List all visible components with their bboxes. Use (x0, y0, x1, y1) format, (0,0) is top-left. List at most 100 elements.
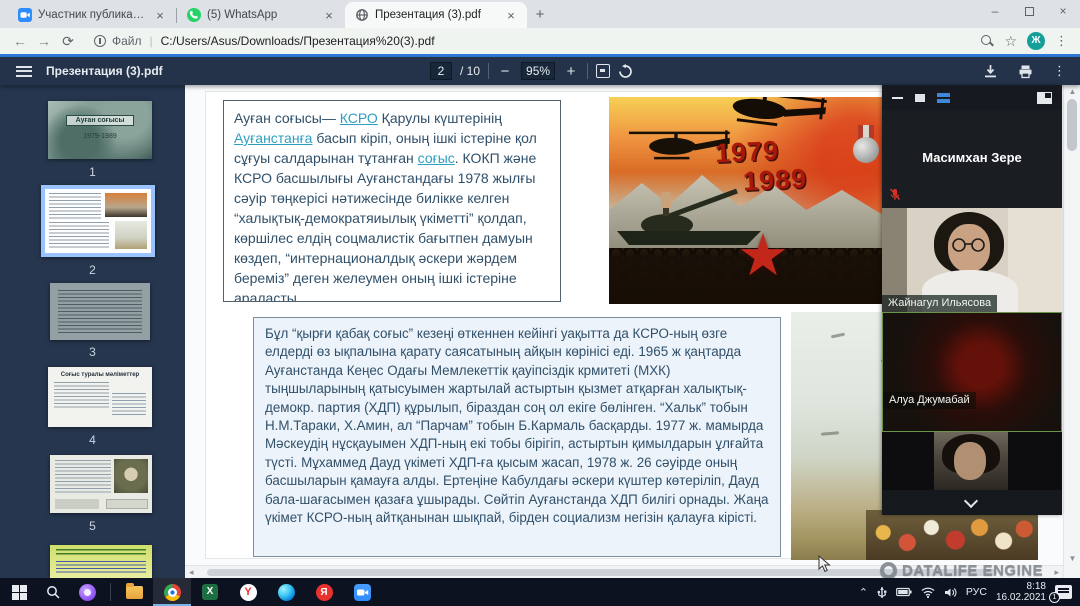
zoom-app-icon (354, 584, 371, 601)
forward-button[interactable]: → (32, 33, 56, 49)
thumb-war-image (105, 193, 147, 217)
zoom-in-button[interactable]: + (563, 63, 579, 80)
taskbar-yandex-browser[interactable]: Y (229, 578, 267, 606)
clock[interactable]: 8:18 16.02.2021 (996, 581, 1046, 603)
tab-presentation-pdf[interactable]: Презентация (3).pdf × (345, 2, 527, 28)
chevron-down-icon[interactable] (964, 494, 978, 508)
gallery-view-icon[interactable] (937, 93, 950, 103)
vertical-scroll-thumb[interactable] (1067, 99, 1077, 151)
link-ksro[interactable]: КСРО (340, 110, 378, 126)
usb-icon[interactable] (877, 586, 887, 599)
notification-badge: 1 (1049, 592, 1060, 603)
zoom-minimize-icon[interactable] (892, 97, 903, 99)
taskbar-search-button[interactable] (38, 578, 68, 606)
assistant-icon (79, 584, 96, 601)
thumbnail-page-3[interactable] (50, 283, 150, 340)
fit-to-page-icon[interactable] (596, 64, 610, 78)
thumbnail-page-4[interactable]: Соғыс туралы мәліметтер (48, 367, 152, 427)
page-total-label: / 10 (460, 64, 480, 78)
scroll-left-arrow[interactable]: ◂ (189, 567, 194, 578)
slide-text: Ауған соғысы— (234, 110, 340, 126)
speaker-icon[interactable] (944, 587, 957, 598)
action-center-icon[interactable]: 1 (1055, 585, 1072, 599)
watermark-text: DATALIFE ENGINE (902, 562, 1043, 579)
download-icon[interactable] (983, 64, 998, 79)
slide-text-box-intro: Ауған соғысы— КСРО Қарулы күштерінің Ауғ… (223, 100, 561, 302)
taskbar-chrome-active[interactable] (153, 578, 191, 606)
wifi-icon[interactable] (921, 587, 935, 598)
scroll-down-arrow[interactable]: ▼ (1064, 554, 1080, 563)
participant-tile-1: Масимхан Зере (882, 110, 1062, 208)
thumbnail-page-1[interactable]: Ауған соғысы 1979-1989 (48, 101, 152, 159)
war-year-end: 1989 (742, 163, 808, 197)
page-number-input[interactable]: 2 (430, 62, 452, 80)
window-close-button[interactable]: × (1046, 0, 1080, 24)
thumbnail-page-6[interactable] (50, 545, 152, 578)
toolbar-divider (488, 63, 489, 79)
exit-fullscreen-icon[interactable] (1037, 92, 1052, 104)
participant-tile-4-video (882, 432, 1062, 490)
new-tab-button[interactable]: + (527, 2, 553, 28)
scroll-right-arrow[interactable]: ▸ (1054, 567, 1059, 578)
thumbnail-page-2-selected[interactable] (41, 185, 155, 257)
scroll-up-arrow[interactable]: ▲ (1064, 87, 1080, 96)
pdf-viewer-body: Ауған соғысы 1979-1989 1 2 3 Соғыс турал… (0, 85, 1080, 578)
browser-menu-icon[interactable]: ⋮ (1055, 33, 1068, 49)
tab-zoom-meeting[interactable]: Участник публикации - Zoom × (8, 2, 176, 28)
thumbnail-number: 4 (0, 433, 185, 447)
bookmark-star-icon[interactable]: ☆ (1004, 34, 1017, 48)
link-afghanistan[interactable]: Ауғанстанға (234, 130, 312, 146)
page-info-icon[interactable] (94, 35, 106, 47)
rotate-icon[interactable] (618, 64, 633, 79)
zoom-level-icon[interactable] (981, 35, 994, 48)
tray-expand-chevron-icon[interactable]: ⌃ (859, 586, 868, 599)
yandex-red-icon: Я (316, 584, 333, 601)
mic-muted-icon (889, 188, 901, 201)
print-icon[interactable] (1018, 64, 1033, 79)
taskbar-yandex-app[interactable]: Я (305, 578, 343, 606)
thumbnail-number: 1 (0, 165, 185, 179)
tab-close-icon[interactable]: × (503, 8, 519, 23)
windows-taskbar: X Y Я ⌃ РУС 8:18 16.02.2021 1 (0, 578, 1080, 606)
edge-icon (278, 584, 295, 601)
thumb-title-block (56, 549, 146, 556)
horizontal-scroll-thumb[interactable] (207, 569, 997, 576)
start-button[interactable] (0, 578, 38, 606)
tab-close-icon[interactable]: × (152, 8, 168, 23)
thumb-text-block (49, 222, 109, 249)
window-minimize-button[interactable]: – (978, 0, 1012, 24)
thumbnail-number: 5 (0, 519, 185, 533)
taskbar-assistant-app[interactable] (68, 578, 106, 606)
thumbnail-page-2-content (45, 189, 151, 253)
system-tray: ⌃ РУС 8:18 16.02.2021 1 (859, 581, 1080, 603)
tab-close-icon[interactable]: × (321, 8, 337, 23)
pdf-menu-icon[interactable] (16, 66, 32, 77)
vertical-scrollbar[interactable]: ▲ ▼ (1063, 85, 1080, 578)
thumbnail-page-5[interactable] (50, 455, 152, 513)
tab-whatsapp[interactable]: (5) WhatsApp × (177, 2, 345, 28)
profile-avatar[interactable]: Ж (1027, 32, 1045, 50)
window-maximize-button[interactable] (1012, 0, 1046, 24)
thumb-battle-image (115, 221, 147, 249)
taskbar-edge[interactable] (267, 578, 305, 606)
language-indicator[interactable]: РУС (966, 586, 987, 598)
taskbar-excel[interactable]: X (191, 578, 229, 606)
address-bar[interactable]: Файл | C:/Users/Asus/Downloads/Презентац… (94, 34, 981, 48)
zoom-panel-footer (882, 490, 1062, 515)
thumb-text-block (112, 393, 146, 415)
zoom-out-button[interactable]: − (497, 63, 513, 80)
desktop-screen: Участник публикации - Zoom × (5) WhatsAp… (0, 0, 1080, 606)
thumb-text-block (54, 382, 109, 410)
zoom-maximize-icon[interactable] (915, 94, 925, 102)
back-button[interactable]: ← (8, 33, 32, 49)
taskbar-zoom-app[interactable] (343, 578, 381, 606)
browser-tab-bar: Участник публикации - Zoom × (5) WhatsAp… (0, 0, 1080, 28)
link-war[interactable]: соғыс (418, 150, 455, 166)
participant-name: Масимхан Зере (882, 150, 1062, 165)
taskbar-file-explorer[interactable] (115, 578, 153, 606)
battery-icon[interactable] (896, 587, 912, 597)
pdf-more-menu-icon[interactable]: ⋮ (1053, 63, 1066, 79)
reload-button[interactable]: ⟳ (56, 33, 80, 50)
zoom-value-input[interactable]: 95% (521, 62, 555, 80)
participant-tile-2-video: Жайнагул Ильясова (882, 208, 1062, 312)
